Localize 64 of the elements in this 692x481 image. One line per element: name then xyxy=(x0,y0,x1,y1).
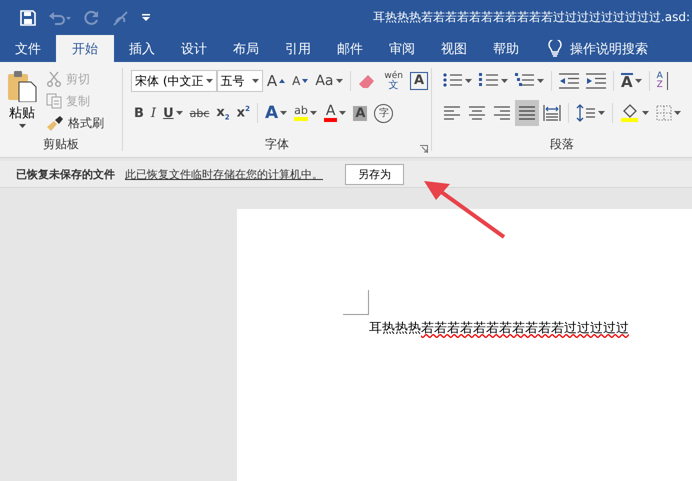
window-title: 耳热热热若若若若若若若若若若若过过过过过过过过过.asd: xyxy=(372,9,691,26)
margin-corner-mark xyxy=(343,290,369,315)
ribbon-tab[interactable]: 文件 xyxy=(2,35,54,62)
align-icon xyxy=(543,105,561,121)
tell-me-search-field[interactable]: 操作说明搜索 xyxy=(570,40,648,58)
caret-icon xyxy=(252,79,259,83)
case-button[interactable]: Aa xyxy=(312,68,346,94)
align-icon xyxy=(493,105,511,121)
ribbon-tab[interactable]: 开始 xyxy=(56,35,114,62)
color-button[interactable]: A xyxy=(320,100,350,126)
sub-button[interactable]: x$_{2}$ xyxy=(213,100,233,126)
ribbon-tab[interactable]: 设计 xyxy=(168,35,220,62)
paste-button[interactable]: 粘贴 xyxy=(0,68,44,136)
indent-icon xyxy=(559,73,579,89)
ribbon-tab[interactable]: 插入 xyxy=(116,35,168,62)
effect-button[interactable]: A xyxy=(262,100,290,126)
sort-button[interactable]: A Z xyxy=(654,68,671,94)
underline-button[interactable]: U xyxy=(160,100,186,126)
shade-button[interactable]: A xyxy=(350,100,370,126)
justify-button[interactable] xyxy=(515,100,539,126)
ribbon-tab[interactable]: 审阅 xyxy=(376,35,428,62)
sup-button[interactable]: x$^{2}$ xyxy=(234,100,253,126)
align-icon xyxy=(468,105,486,121)
clipboard-icon xyxy=(6,70,38,102)
save-as-button[interactable]: 另存为 xyxy=(345,164,404,184)
shrink-button[interactable]: A xyxy=(289,68,312,94)
lightbulb-icon xyxy=(548,40,562,58)
ribbon-tab[interactable]: 视图 xyxy=(428,35,480,62)
indent-icon xyxy=(586,73,606,89)
dialog-launcher-icon[interactable] xyxy=(420,145,428,153)
paint-bucket-icon xyxy=(620,104,640,122)
group-label: 段落 xyxy=(550,136,574,153)
customize-caret-icon[interactable] xyxy=(142,14,150,22)
info-title: 已恢复未保存的文件 xyxy=(16,166,115,182)
ribbon-tab[interactable]: 帮助 xyxy=(480,35,532,62)
italic-button[interactable]: I xyxy=(148,100,160,126)
font-name-dropdown[interactable]: 宋体 (中文正 xyxy=(131,70,216,92)
bold-button[interactable]: B xyxy=(131,100,147,126)
down-triangle-icon xyxy=(302,79,308,83)
font-size-dropdown[interactable]: 五号 xyxy=(216,70,263,92)
strike-button[interactable]: abc xyxy=(186,100,212,126)
pinyin-button[interactable]: wén 文 xyxy=(381,68,406,94)
borders-icon xyxy=(656,105,672,121)
paintbrush-icon xyxy=(46,115,64,131)
scissors-icon xyxy=(46,71,62,87)
ribbon-tab[interactable]: 布局 xyxy=(220,35,272,62)
line-spacing-icon xyxy=(576,104,596,122)
caret-icon xyxy=(18,124,26,128)
align-icon xyxy=(443,105,461,121)
save-icon[interactable] xyxy=(20,10,36,26)
clipboard-command[interactable]: 格式刷 xyxy=(44,112,106,134)
up-triangle-icon xyxy=(279,79,286,83)
group-label: 剪贴板 xyxy=(43,136,79,153)
copy-icon xyxy=(46,93,62,109)
align-icon xyxy=(518,105,536,121)
document-text: 耳热热热若若若若若若若若若若若过过过过过 xyxy=(369,320,630,337)
caret-icon xyxy=(206,79,212,83)
highlight-button[interactable]: ab xyxy=(291,100,320,126)
info-link[interactable]: 此已恢复文件临时存储在您的计算机中。 xyxy=(125,166,323,182)
ribbon-tab[interactable]: 邮件 xyxy=(324,35,376,62)
group-label: 字体 xyxy=(265,136,289,153)
ribbon-tab[interactable]: 引用 xyxy=(272,35,324,62)
grow-button[interactable]: A xyxy=(264,68,288,94)
asian-button[interactable]: A xyxy=(618,68,645,94)
